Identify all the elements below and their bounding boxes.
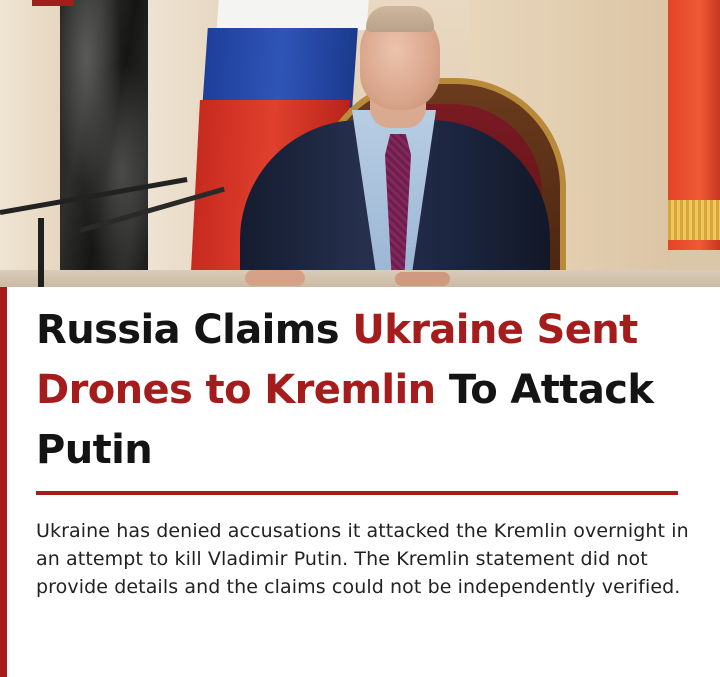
news-card: Russia Claims Ukraine Sent Drones to Kre… — [0, 0, 720, 677]
article-summary: Ukraine has denied accusations it attack… — [36, 520, 689, 598]
photo-hair — [366, 6, 434, 32]
photo-top-accent-tab — [32, 0, 74, 6]
headline: Russia Claims Ukraine Sent Drones to Kre… — [36, 300, 696, 480]
article-photo — [0, 0, 720, 287]
photo-hand-right — [395, 272, 450, 286]
photo-marble-column — [60, 0, 148, 287]
photo-hand-left — [245, 270, 305, 286]
photo-desk — [0, 270, 720, 287]
photo-standard-fringe — [668, 200, 720, 240]
photo-flag-white-stripe — [216, 0, 370, 30]
photo-microphone-stand — [38, 218, 44, 287]
headline-part-1: Russia Claims — [36, 307, 353, 353]
photo-flag-blue-stripe — [202, 28, 358, 108]
headline-divider — [36, 491, 678, 495]
photo-wall-left — [0, 0, 60, 287]
left-accent-rule — [0, 287, 7, 677]
